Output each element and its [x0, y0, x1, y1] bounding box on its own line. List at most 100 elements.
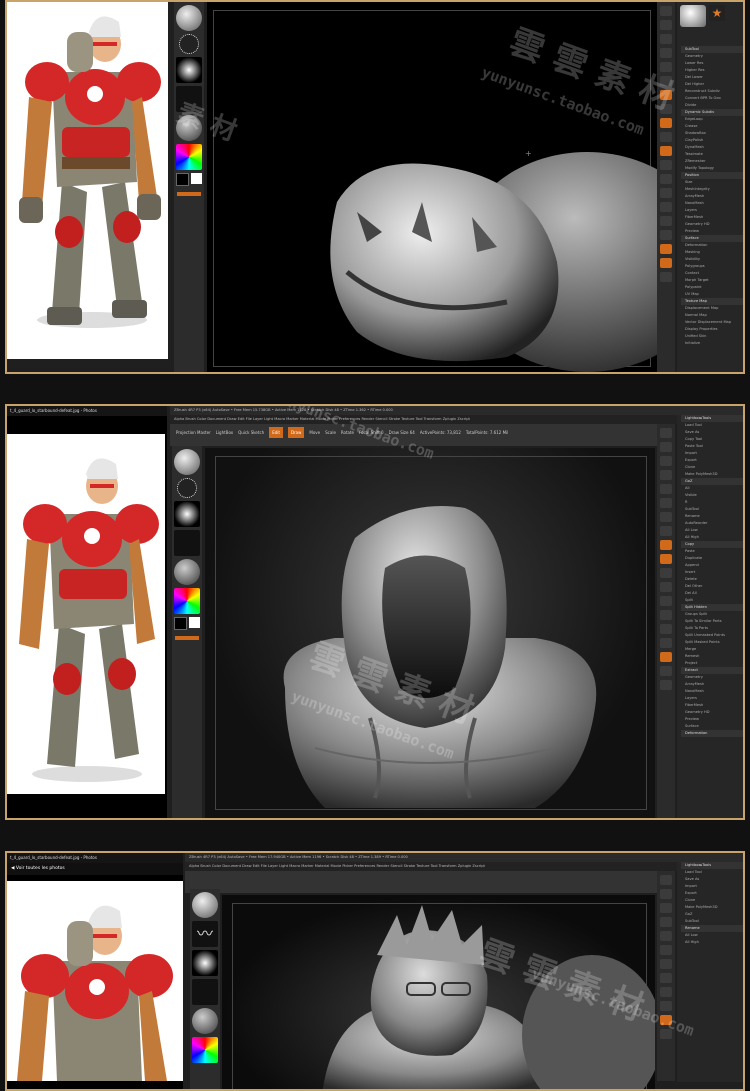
shelf-button[interactable] [660, 428, 672, 438]
tool-palette-item[interactable]: Copy Tool [681, 436, 743, 443]
shelf-button[interactable] [660, 132, 672, 142]
tool-palette-item[interactable]: Dynamic Subdiv [681, 109, 743, 116]
tool-palette-item[interactable]: Unified Skin [681, 333, 743, 340]
tool-palette-item[interactable]: Masking [681, 249, 743, 256]
tool-palette-item[interactable]: Save As [681, 429, 743, 436]
focal-shift-slider[interactable]: Focal Shift 0 [359, 430, 384, 435]
tool-palette-item[interactable]: Polygroups [681, 263, 743, 270]
tool-palette-item[interactable]: All High [681, 939, 743, 946]
main-color-swatch[interactable] [189, 617, 200, 628]
shelf-button-active[interactable] [660, 118, 672, 128]
texture-off-icon[interactable] [174, 530, 200, 556]
tool-palette-item[interactable]: EdgeLoop [681, 116, 743, 123]
tool-palette-item[interactable]: Del All [681, 590, 743, 597]
shelf-button[interactable] [660, 456, 672, 466]
switch-color-bar[interactable] [177, 192, 201, 196]
tool-palette-item[interactable]: Copy [681, 541, 743, 548]
tool-palette-item[interactable]: Geometry HD [681, 709, 743, 716]
shelf-button-active[interactable] [660, 90, 672, 100]
tool-palette-item[interactable]: DynaMesh [681, 144, 743, 151]
shelf-button[interactable] [660, 6, 672, 16]
tool-palette-item[interactable]: Normal Map [681, 312, 743, 319]
tool-palette-item[interactable]: ArrayMesh [681, 681, 743, 688]
lightbox-button[interactable]: LightBox [216, 430, 233, 435]
tool-palette-item[interactable]: Clone [681, 464, 743, 471]
move-button[interactable]: Move [309, 430, 320, 435]
tool-palette-item[interactable]: Layers [681, 207, 743, 214]
tool-palette-item[interactable]: Deformation [681, 730, 743, 737]
tool-palette-item[interactable]: All [681, 485, 743, 492]
tool-palette-item[interactable]: All Low [681, 932, 743, 939]
tool-palette-item[interactable]: Remesh [681, 653, 743, 660]
tool-palette-item[interactable]: SubTool [681, 506, 743, 513]
zbrush-menu-bar[interactable]: Alpha Brush Color Document Draw Edit Fil… [185, 862, 743, 871]
tool-palette-item[interactable]: Visible [681, 492, 743, 499]
shelf-button[interactable] [660, 945, 672, 955]
tool-palette-item[interactable]: FiberMesh [681, 702, 743, 709]
tool-palette-item[interactable]: Convert BPR To Geo [681, 95, 743, 102]
stroke-dots-icon[interactable] [179, 34, 199, 54]
tool-palette-item[interactable]: Lightbox▸Tools [681, 415, 743, 422]
tool-palette-item[interactable]: Initialize [681, 340, 743, 347]
tool-palette-item[interactable]: Vector Displacement Map [681, 319, 743, 326]
shelf-button[interactable] [660, 160, 672, 170]
tool-palette-item[interactable]: Geometry [681, 53, 743, 60]
tool-palette-item[interactable]: UV Map [681, 291, 743, 298]
tool-palette-item[interactable]: All High [681, 534, 743, 541]
scale-button[interactable]: Scale [325, 430, 336, 435]
tool-palette-item[interactable]: Geometry [681, 674, 743, 681]
tool-palette-item[interactable]: ShadowBox [681, 130, 743, 137]
shelf-button[interactable] [660, 512, 672, 522]
brush-standard-icon[interactable] [176, 5, 202, 31]
shelf-button[interactable] [660, 188, 672, 198]
shelf-button[interactable] [660, 34, 672, 44]
tool-palette-item[interactable]: Make PolyMesh3D [681, 471, 743, 478]
tool-palette-item[interactable]: Clone [681, 897, 743, 904]
draw-button[interactable]: Draw [287, 427, 305, 438]
tool-palette-item[interactable]: Split To Parts [681, 625, 743, 632]
tool-palette-item[interactable]: SubTool [681, 918, 743, 925]
tool-palette-item[interactable]: Project [681, 660, 743, 667]
tool-palette-item[interactable]: Merge [681, 646, 743, 653]
tool-palette-item[interactable]: Position [681, 172, 743, 179]
tool-palette-item[interactable]: Morph Target [681, 277, 743, 284]
tool-palette-item[interactable]: Deformation [681, 242, 743, 249]
tool-palette-item[interactable]: NanoMesh [681, 688, 743, 695]
photos-back-link[interactable]: ◀ Voir toutes les photos [7, 863, 183, 875]
shelf-button[interactable] [660, 216, 672, 226]
shelf-button[interactable] [660, 484, 672, 494]
tool-palette-item[interactable]: R [681, 499, 743, 506]
tool-palette-item[interactable]: Size [681, 179, 743, 186]
stroke-dots-icon[interactable] [177, 478, 197, 498]
tool-palette-item[interactable]: Modify Topology [681, 165, 743, 172]
tool-palette-item[interactable]: Split Unmasked Points [681, 632, 743, 639]
material-icon[interactable] [174, 559, 200, 585]
material-icon[interactable] [176, 115, 202, 141]
tool-palette-item[interactable]: Insert [681, 569, 743, 576]
tool-palette-item[interactable]: ZRemesher [681, 158, 743, 165]
shelf-button[interactable] [660, 104, 672, 114]
tool-palette-item[interactable]: Lightbox▸Tools [681, 862, 743, 869]
tool-palette-item[interactable]: Export [681, 457, 743, 464]
tool-palette-item[interactable]: Import [681, 450, 743, 457]
tool-palette-item[interactable]: All Low [681, 527, 743, 534]
shelf-button[interactable] [660, 526, 672, 536]
tool-palette-item[interactable]: Split To Similar Parts [681, 618, 743, 625]
stroke-freehand-icon[interactable]: 〰 [192, 921, 218, 947]
tool-palette-item[interactable]: Save As [681, 876, 743, 883]
secondary-color-swatch[interactable] [176, 173, 189, 186]
color-picker-icon[interactable] [174, 588, 200, 614]
shelf-button[interactable] [660, 973, 672, 983]
shelf-button[interactable] [660, 62, 672, 72]
polymesh-star-icon[interactable]: ★ [709, 5, 725, 21]
tool-palette-item[interactable]: Divide [681, 102, 743, 109]
shelf-button[interactable] [660, 959, 672, 969]
tool-palette-item[interactable]: Rename [681, 513, 743, 520]
tool-palette-item[interactable]: Del Lower [681, 74, 743, 81]
shelf-button-active[interactable] [660, 554, 672, 564]
shelf-button[interactable] [660, 582, 672, 592]
tool-palette-item[interactable]: Load Tool [681, 869, 743, 876]
tool-palette-item[interactable]: Groups Split [681, 611, 743, 618]
shelf-button[interactable] [660, 931, 672, 941]
tool-palette-item[interactable]: Make PolyMesh3D [681, 904, 743, 911]
